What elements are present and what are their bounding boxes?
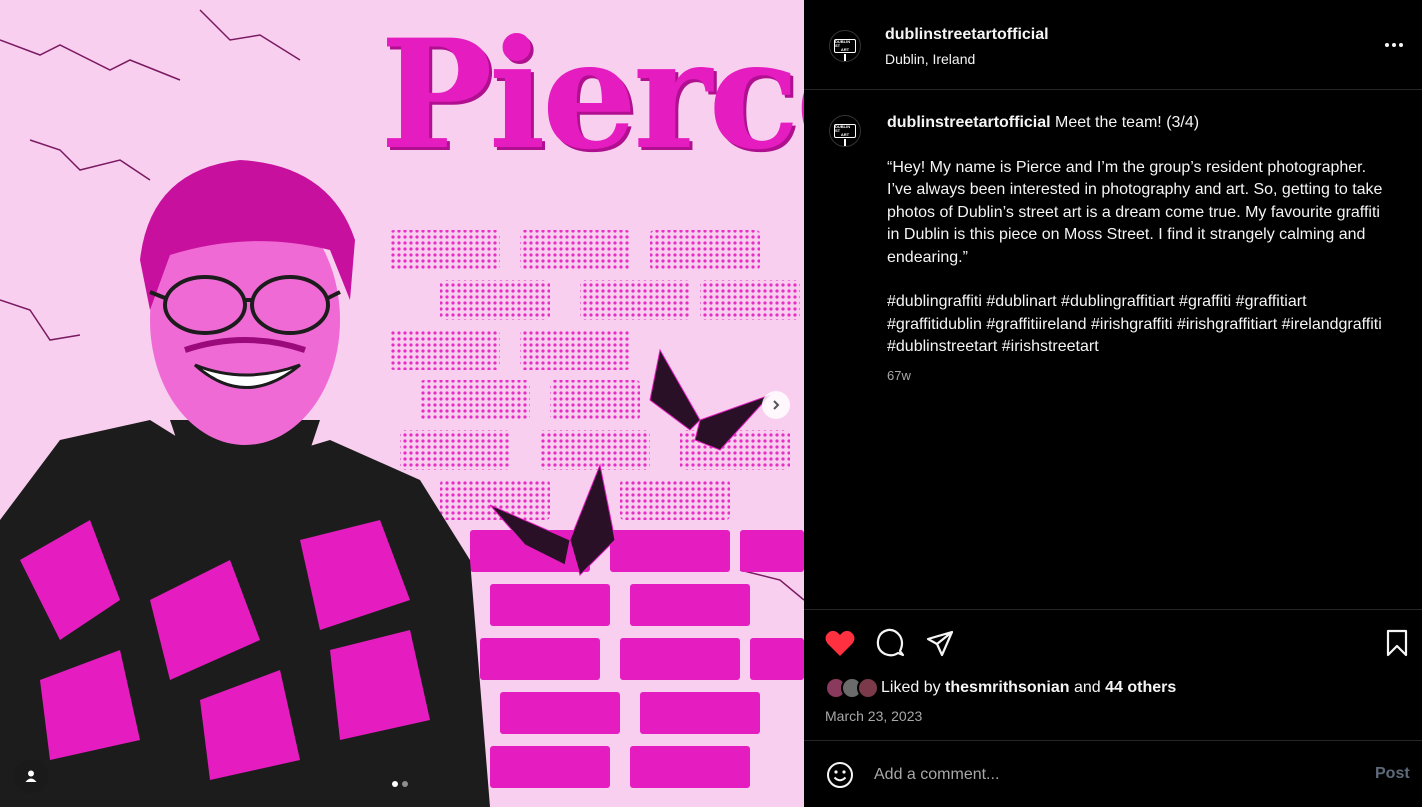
comment-button[interactable] xyxy=(873,626,907,660)
comment-input[interactable] xyxy=(874,761,1344,789)
avatar-logo-text-bottom: ART xyxy=(840,132,850,137)
post-header: DUBLIN ST ART dublinstreetartofficial Du… xyxy=(804,0,1422,90)
post-actions: Liked by thesmrithsonian and 44 others M… xyxy=(804,609,1422,741)
caption-body: “Hey! My name is Pierce and I’m the grou… xyxy=(887,158,1383,266)
avatar[interactable]: DUBLIN ST ART xyxy=(829,30,861,62)
caption-timestamp[interactable]: 67w xyxy=(887,368,911,383)
liked-by-user[interactable]: thesmrithsonian xyxy=(945,679,1069,697)
likes-summary: Liked by thesmrithsonian and 44 others xyxy=(825,677,1176,699)
bookmark-icon xyxy=(1386,629,1408,657)
liked-by-prefix: Liked by xyxy=(881,679,941,696)
avatar-logo-text-bottom: ART xyxy=(840,47,850,52)
post-location[interactable]: Dublin, Ireland xyxy=(885,51,975,67)
save-button[interactable] xyxy=(1380,626,1414,660)
caption-username[interactable]: dublinstreetartofficial xyxy=(887,114,1051,131)
likes-others-link[interactable]: 44 others xyxy=(1105,679,1176,697)
caption-text: dublinstreetartofficial Meet the team! (… xyxy=(887,112,1387,381)
carousel-next-button[interactable] xyxy=(762,391,790,419)
carousel-dot xyxy=(402,781,408,787)
share-button[interactable] xyxy=(923,626,957,660)
liker-avatars[interactable] xyxy=(825,677,879,699)
more-icon xyxy=(1385,43,1403,47)
avatar xyxy=(857,677,879,699)
image-title-text: Pierce xyxy=(380,7,804,183)
emoji-button[interactable] xyxy=(823,758,857,792)
avatar-logo: DUBLIN ST ART xyxy=(834,39,856,53)
like-button[interactable] xyxy=(823,626,857,660)
chevron-right-icon xyxy=(773,400,780,410)
author-username[interactable]: dublinstreetartofficial xyxy=(885,26,1049,44)
post-comment-button[interactable]: Post xyxy=(1375,765,1410,783)
carousel-indicator xyxy=(392,781,408,787)
caption-headline: Meet the team! (3/4) xyxy=(1055,114,1200,131)
caption-hashtags[interactable]: #dublingraffiti #dublinart #dublingraffi… xyxy=(887,291,1387,359)
emoji-icon xyxy=(827,762,853,788)
carousel-dot xyxy=(392,781,398,787)
more-options-button[interactable] xyxy=(1382,36,1406,54)
post-date[interactable]: March 23, 2023 xyxy=(825,708,922,724)
user-tag-icon xyxy=(25,770,37,782)
caption-section: DUBLIN ST ART dublinstreetartofficial Me… xyxy=(804,90,1422,609)
post-details-panel: DUBLIN ST ART dublinstreetartofficial Du… xyxy=(804,0,1422,807)
user-tags-button[interactable] xyxy=(14,759,48,793)
comment-icon xyxy=(876,628,905,657)
liked-by-and: and xyxy=(1073,679,1101,696)
comment-bar: Post xyxy=(804,741,1422,807)
heart-icon xyxy=(825,630,855,656)
share-icon xyxy=(926,630,954,657)
avatar[interactable]: DUBLIN ST ART xyxy=(829,115,861,147)
post-image[interactable]: Pierce xyxy=(0,0,804,807)
avatar-logo: DUBLIN ST ART xyxy=(834,124,856,138)
